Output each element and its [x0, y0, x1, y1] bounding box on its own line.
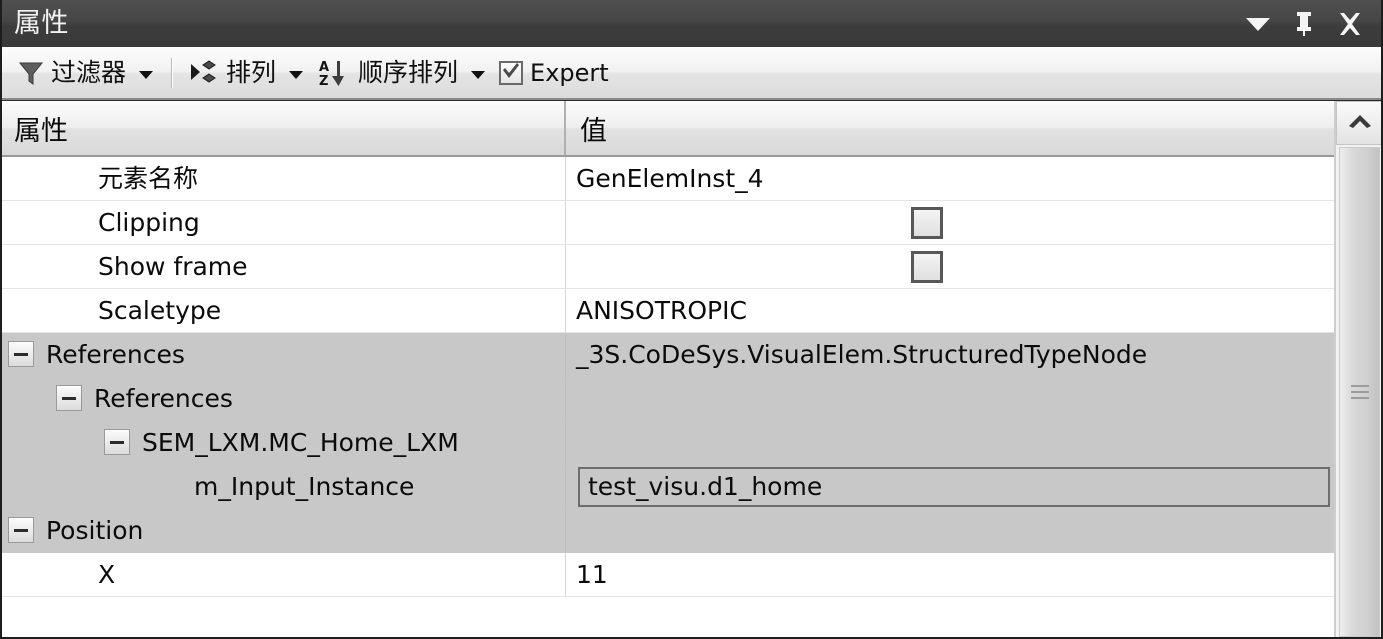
pin-icon: [1293, 11, 1315, 37]
row-value-cell[interactable]: [566, 377, 1334, 420]
properties-panel: 属性 过滤器 排列 A Z 顺序排列 Expert 属性 值 元素名称 GenE…: [0, 0, 1383, 639]
table-row[interactable]: Scaletype ANISOTROPIC: [0, 289, 1334, 333]
expert-toggle[interactable]: Expert: [493, 52, 615, 94]
value-checkbox[interactable]: [911, 206, 943, 239]
row-name-cell[interactable]: SEM_LXM.MC_Home_LXM: [0, 421, 566, 464]
check-icon: [501, 62, 521, 84]
filter-label: 过滤器: [51, 58, 127, 87]
dropdown-menu-button[interactable]: [1235, 1, 1281, 47]
sort-dropdown-caret[interactable]: [471, 70, 486, 79]
row-name-cell[interactable]: Clipping: [0, 201, 566, 244]
row-value-cell[interactable]: [566, 421, 1334, 464]
value-checkbox[interactable]: [911, 250, 943, 283]
sort-label: 顺序排列: [358, 58, 459, 87]
collapse-expander-icon[interactable]: [56, 385, 82, 411]
row-name-label: 元素名称: [94, 161, 205, 196]
table-row[interactable]: 元素名称 GenElemInst_4: [0, 157, 1334, 201]
properties-toolbar: 过滤器 排列 A Z 顺序排列 Expert: [0, 47, 1383, 100]
close-button[interactable]: [1327, 1, 1373, 47]
vertical-scrollbar[interactable]: [1335, 101, 1383, 639]
value-text: GenElemInst_4: [576, 164, 764, 193]
row-name-cell[interactable]: X: [0, 553, 566, 596]
grip-lines-icon: [1350, 385, 1369, 399]
properties-grid-wrapper: 属性 值 元素名称 GenElemInst_4 Clipping Show frame…: [0, 100, 1383, 639]
group-arrange-icon: [189, 59, 219, 86]
table-row[interactable]: References _3S.CoDeSys.VisualElem.Structu…: [0, 333, 1334, 377]
svg-text:A: A: [319, 60, 329, 75]
row-value-cell[interactable]: _3S.CoDeSys.VisualElem.StructuredTypeNod…: [566, 333, 1334, 376]
collapse-expander-icon[interactable]: [8, 517, 34, 543]
chevron-down-icon: [1245, 16, 1271, 32]
row-value-cell[interactable]: GenElemInst_4: [566, 157, 1334, 200]
table-row[interactable]: m_Input_Instance test_visu.d1_home: [0, 465, 1334, 509]
chevron-up-icon: [1347, 113, 1373, 133]
scrollbar-track[interactable]: [1336, 145, 1383, 639]
row-name-label: Scaletype: [94, 293, 228, 328]
row-name-cell[interactable]: 元素名称: [0, 157, 566, 200]
grid-header-row: 属性 值: [0, 101, 1334, 157]
value-text: 11: [576, 560, 608, 589]
value-text: _3S.CoDeSys.VisualElem.StructuredTypeNod…: [576, 340, 1148, 369]
column-header-name[interactable]: 属性: [0, 101, 566, 155]
row-name-label: m_Input_Instance: [190, 469, 421, 504]
row-name-cell[interactable]: Show frame: [0, 245, 566, 288]
arrange-label: 排列: [226, 58, 277, 87]
collapse-expander-icon[interactable]: [104, 429, 130, 455]
table-row[interactable]: Show frame: [0, 245, 1334, 289]
row-name-label: References: [42, 337, 191, 372]
row-name-label: References: [90, 381, 239, 416]
table-row[interactable]: X 11: [0, 553, 1334, 597]
toolbar-separator: [171, 57, 174, 88]
scrollbar-thumb[interactable]: [1339, 147, 1380, 637]
collapse-expander-icon[interactable]: [8, 341, 34, 367]
table-row[interactable]: Clipping: [0, 201, 1334, 245]
value-text: ANISOTROPIC: [576, 296, 747, 325]
window-title: 属性: [14, 8, 69, 39]
window-titlebar: 属性: [0, 0, 1383, 47]
expert-checkbox[interactable]: [499, 60, 524, 85]
expert-label: Expert: [530, 58, 609, 87]
row-name-cell[interactable]: References: [0, 333, 566, 376]
row-name-label: Show frame: [94, 249, 254, 284]
column-header-value[interactable]: 值: [566, 101, 1334, 155]
row-value-cell[interactable]: [566, 509, 1334, 552]
arrange-button[interactable]: 排列: [183, 52, 311, 94]
table-row[interactable]: SEM_LXM.MC_Home_LXM: [0, 421, 1334, 465]
table-row[interactable]: References: [0, 377, 1334, 421]
row-name-cell[interactable]: Position: [0, 509, 566, 552]
row-name-cell[interactable]: m_Input_Instance: [0, 465, 566, 508]
properties-grid: 属性 值 元素名称 GenElemInst_4 Clipping Show frame…: [0, 101, 1335, 639]
row-name-label: SEM_LXM.MC_Home_LXM: [138, 425, 465, 460]
row-value-cell[interactable]: [566, 201, 1334, 244]
filter-button[interactable]: 过滤器: [12, 52, 161, 94]
row-name-label: Position: [42, 513, 150, 548]
table-row[interactable]: Position: [0, 509, 1334, 553]
row-name-label: Clipping: [94, 205, 206, 240]
svg-text:Z: Z: [319, 74, 328, 88]
value-editor-field[interactable]: test_visu.d1_home: [578, 466, 1330, 507]
close-icon: [1337, 11, 1363, 37]
scroll-up-button[interactable]: [1336, 101, 1383, 145]
row-value-cell[interactable]: test_visu.d1_home: [566, 465, 1334, 508]
row-name-cell[interactable]: Scaletype: [0, 289, 566, 332]
filter-dropdown-caret[interactable]: [139, 70, 154, 79]
pin-button[interactable]: [1281, 1, 1327, 47]
value-text: test_visu.d1_home: [588, 472, 823, 501]
funnel-icon: [18, 60, 44, 86]
row-name-label: X: [94, 557, 122, 592]
row-value-cell[interactable]: [566, 245, 1334, 288]
arrange-dropdown-caret[interactable]: [289, 70, 304, 79]
sort-button[interactable]: A Z 顺序排列: [311, 52, 493, 94]
row-value-cell[interactable]: ANISOTROPIC: [566, 289, 1334, 332]
row-value-cell[interactable]: 11: [566, 553, 1334, 596]
sort-az-icon: A Z: [317, 58, 351, 88]
row-name-cell[interactable]: References: [0, 377, 566, 420]
grid-rows: 元素名称 GenElemInst_4 Clipping Show frame Scale…: [0, 157, 1334, 639]
